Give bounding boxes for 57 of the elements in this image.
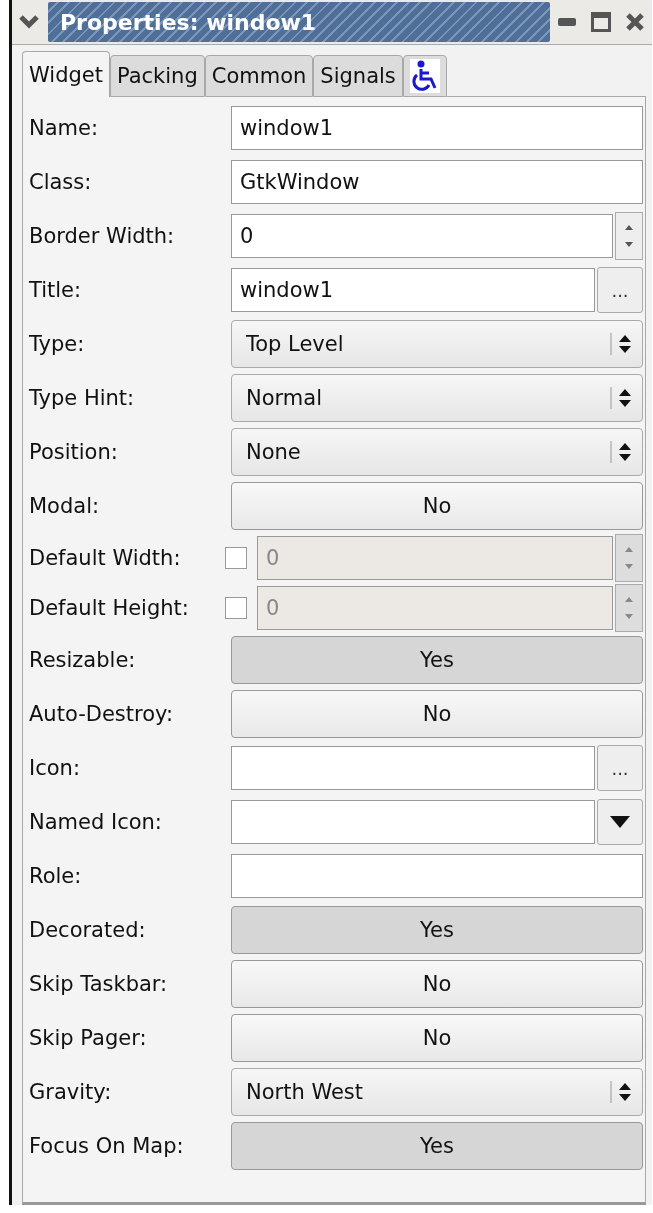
property-label: Type Hint: — [29, 386, 136, 410]
dropdown[interactable]: Normal — [231, 374, 643, 422]
updown-icon — [610, 385, 632, 411]
property-label: Name: — [29, 116, 100, 140]
tab[interactable] — [402, 55, 447, 97]
text-field[interactable] — [231, 854, 643, 898]
wheelchair-icon — [409, 59, 440, 93]
toggle-button[interactable]: No — [231, 960, 643, 1008]
close-icon[interactable] — [625, 12, 645, 32]
text-field[interactable] — [231, 800, 595, 844]
updown-icon — [610, 439, 632, 465]
property-label: Default Height: — [29, 596, 190, 620]
property-label: Skip Pager: — [29, 1026, 148, 1050]
minimize-icon[interactable] — [558, 18, 576, 26]
property-label: Class: — [29, 170, 93, 194]
number-field[interactable]: 0 — [231, 214, 613, 258]
dropdown[interactable]: None — [231, 428, 643, 476]
dropdown[interactable]: North West — [231, 1068, 643, 1116]
property-label: Auto-Destroy: — [29, 702, 174, 726]
caret-icon — [609, 815, 631, 829]
text-field[interactable]: window1 — [231, 106, 643, 150]
tab[interactable]: Signals — [313, 55, 403, 97]
tab[interactable]: Widget — [22, 51, 110, 97]
toggle-button[interactable]: Yes — [231, 906, 643, 954]
chevron-down-icon[interactable] — [18, 14, 40, 30]
property-label: Type: — [29, 332, 86, 356]
property-label: Role: — [29, 864, 83, 888]
text-field[interactable] — [231, 746, 595, 790]
dropdown[interactable]: Top Level — [231, 320, 643, 368]
property-label: Icon: — [29, 756, 81, 780]
property-label: Default Width: — [29, 546, 182, 570]
property-label: Title: — [29, 278, 83, 302]
tab[interactable]: Packing — [109, 55, 205, 97]
tab[interactable]: Common — [204, 55, 314, 97]
updown-icon — [610, 331, 632, 357]
browse-button[interactable]: ... — [597, 745, 643, 791]
text-field[interactable]: window1 — [231, 268, 595, 312]
toggle-button[interactable]: No — [231, 690, 643, 738]
property-label: Skip Taskbar: — [29, 972, 169, 996]
toggle-button[interactable]: No — [231, 482, 643, 530]
property-label: Position: — [29, 440, 119, 464]
property-label: Focus On Map: — [29, 1134, 185, 1158]
property-label: Gravity: — [29, 1080, 113, 1104]
property-label: Border Width: — [29, 224, 176, 248]
browse-button[interactable]: ... — [597, 267, 643, 313]
toggle-button[interactable]: Yes — [231, 1122, 643, 1170]
property-label: Resizable: — [29, 648, 137, 672]
updown-icon — [610, 1079, 632, 1105]
toggle-button[interactable]: Yes — [231, 636, 643, 684]
dropdown-button[interactable] — [597, 799, 643, 845]
text-field[interactable]: GtkWindow — [231, 160, 643, 204]
maximize-icon[interactable] — [591, 12, 611, 32]
property-label: Named Icon: — [29, 810, 163, 834]
window-title: Properties: window1 — [48, 2, 550, 42]
toggle-button[interactable]: No — [231, 1014, 643, 1062]
property-label: Decorated: — [29, 918, 147, 942]
property-label: Modal: — [29, 494, 101, 518]
